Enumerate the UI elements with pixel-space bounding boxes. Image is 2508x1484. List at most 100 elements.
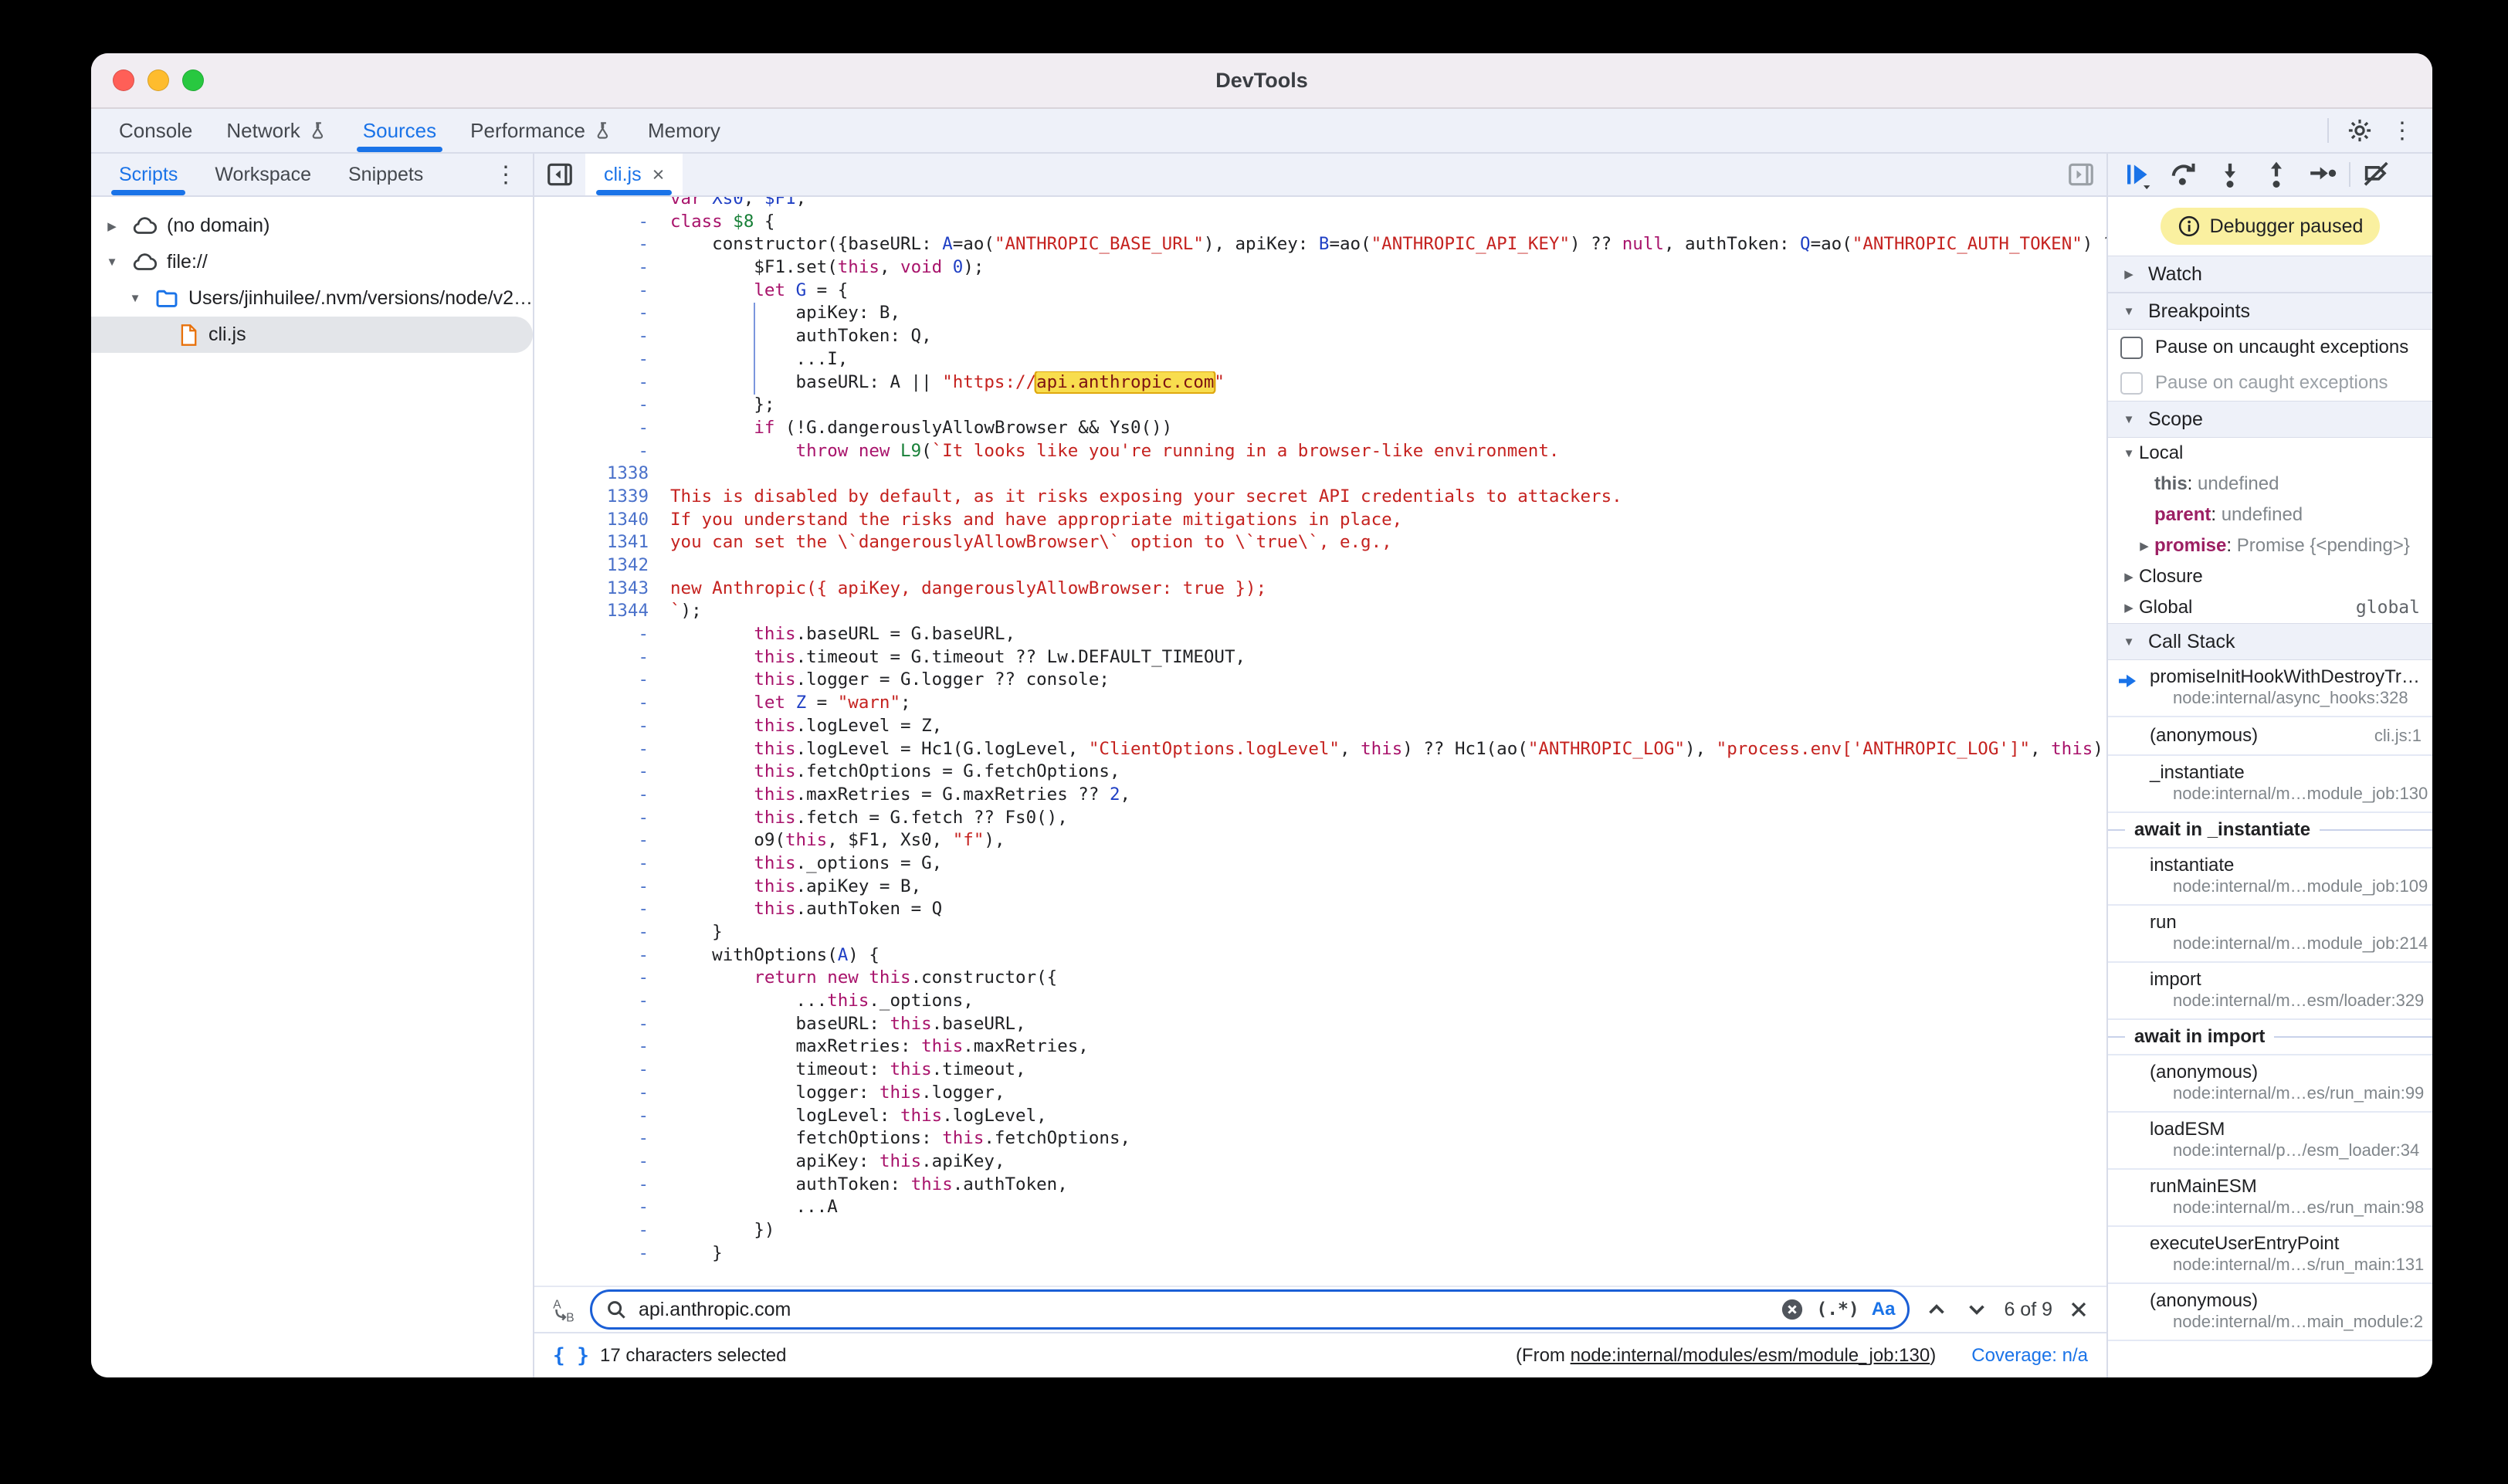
code-line-text[interactable]: apiKey: this.apiKey, [670,1150,2106,1174]
tab-memory[interactable]: Memory [631,109,737,152]
line-number[interactable]: - [534,1035,670,1059]
source-origin-link[interactable]: node:internal/modules/esm/module_job:130 [1571,1345,1930,1366]
code-line-text[interactable]: This is disabled by default, as it risks… [670,486,2106,509]
tab-snippets[interactable]: Snippets [330,154,442,195]
chevron-right-icon[interactable]: ▶ [2134,539,2154,553]
line-number[interactable]: - [534,371,670,395]
code-line-text[interactable]: if (!G.dangerouslyAllowBrowser && Ys0()) [670,417,2106,440]
code-line-text[interactable]: constructor({baseURL: A=ao("ANTHROPIC_BA… [670,233,2106,256]
code-line-text[interactable]: `); [670,600,2106,623]
line-number[interactable]: 1338 [534,462,670,486]
code-line-text[interactable]: ...I, [670,348,2106,371]
code-line-text[interactable]: return new this.constructor({ [670,967,2106,990]
code-line-text[interactable]: baseURL: A || "https://api.anthropic.com… [670,371,2106,395]
call-stack-frame-executeuserentrypoint[interactable]: executeUserEntryPointnode:internal/m…s/r… [2108,1227,2432,1284]
code-line-text[interactable]: } [670,1242,2106,1265]
code-line-text[interactable]: If you understand the risks and have app… [670,509,2106,532]
kebab-menu-icon[interactable]: ⋮ [488,154,524,195]
line-number[interactable]: - [534,211,670,234]
call-stack-frame-instantiate[interactable]: instantiatenode:internal/m…module_job:10… [2108,849,2432,906]
line-number[interactable]: - [534,1082,670,1105]
line-number[interactable]: - [534,394,670,417]
step-out-icon[interactable] [2256,158,2296,191]
line-number[interactable]: 1344 [534,600,670,623]
scope-group-local[interactable]: ▼Local [2108,438,2432,469]
line-number[interactable]: - [534,1196,670,1219]
code-line-text[interactable]: this.baseURL = G.baseURL, [670,623,2106,646]
line-number[interactable]: - [534,807,670,830]
step-into-icon[interactable] [2210,158,2250,191]
regex-toggle[interactable]: (.*) [1816,1299,1859,1320]
code-line-text[interactable]: authToken: Q, [670,325,2106,348]
line-number[interactable]: - [534,1174,670,1197]
code-line-text[interactable]: maxRetries: this.maxRetries, [670,1035,2106,1059]
chevron-down-icon[interactable]: ▼ [125,292,145,305]
code-line-text[interactable]: let G = { [670,280,2106,303]
search-input[interactable]: api.anthropic.com (.*) Aa [590,1289,1910,1330]
clear-search-icon[interactable] [1781,1298,1804,1321]
line-number[interactable]: - [534,325,670,348]
line-number[interactable]: - [534,302,670,325]
tab-scripts[interactable]: Scripts [100,154,196,195]
line-number[interactable]: - [534,1105,670,1128]
code-line-text[interactable]: let Z = "warn"; [670,692,2106,715]
code-line-text[interactable]: var Xs0, $F1, [670,197,2106,211]
line-number[interactable]: - [534,1150,670,1174]
breakpoint-pause-on-caught-exceptions[interactable]: Pause on caught exceptions [2108,365,2432,401]
tab-network[interactable]: Network [209,109,345,152]
call-stack-frame-runmainesm[interactable]: runMainESMnode:internal/m…es/run_main:98 [2108,1170,2432,1227]
code-line-text[interactable]: timeout: this.timeout, [670,1059,2106,1082]
code-line-text[interactable]: this.logger = G.logger ?? console; [670,669,2106,692]
call-stack-frame-instantiate[interactable]: _instantiatenode:internal/m…module_job:1… [2108,756,2432,813]
line-number[interactable]: 1341 [534,531,670,554]
line-number[interactable]: - [534,280,670,303]
chevron-down-icon[interactable]: ▼ [102,256,122,269]
line-number[interactable]: - [534,646,670,669]
section-scope[interactable]: ▼ Scope [2108,401,2432,438]
line-number[interactable]: - [534,784,670,807]
code-line-text[interactable]: this.logLevel = Z, [670,715,2106,738]
code-line-text[interactable]: you can set the \`dangerouslyAllowBrowse… [670,531,2106,554]
code-line-text[interactable]: logLevel: this.logLevel, [670,1105,2106,1128]
call-stack-frame-anonymous[interactable]: (anonymous)cli.js:1 [2108,717,2432,756]
code-line-text[interactable]: throw new L9(`It looks like you're runni… [670,440,2106,463]
line-number[interactable]: - [534,692,670,715]
tree-item-cli-js[interactable]: ▶cli.js [91,317,533,353]
line-number[interactable]: - [534,761,670,784]
code-line-text[interactable]: authToken: this.authToken, [670,1174,2106,1197]
line-number[interactable]: - [534,1059,670,1082]
resume-icon[interactable] [2117,158,2157,191]
line-number[interactable]: - [534,1013,670,1036]
scope-var-promise[interactable]: ▶promise: Promise {<pending>} [2108,530,2432,561]
line-number[interactable]: - [534,852,670,876]
call-stack-frame-anonymous[interactable]: (anonymous)node:internal/m…main_module:2 [2108,1284,2432,1341]
code-line-text[interactable]: } [670,921,2106,944]
editor-tab-clijs[interactable]: cli.js × [585,154,683,195]
tree-item-file[interactable]: ▼file:// [91,244,533,280]
close-window-button[interactable] [113,69,134,91]
line-number[interactable]: - [534,715,670,738]
code-line-text[interactable]: this.apiKey = B, [670,876,2106,899]
settings-gear-icon[interactable] [2346,117,2374,144]
code-line-text[interactable]: this.fetchOptions = G.fetchOptions, [670,761,2106,784]
close-tab-icon[interactable]: × [652,163,665,187]
checkbox[interactable] [2120,372,2143,395]
line-number[interactable]: - [534,669,670,692]
code-line-text[interactable]: this._options = G, [670,852,2106,876]
line-number[interactable]: 1343 [534,578,670,601]
code-line-text[interactable]: }; [670,394,2106,417]
minimize-window-button[interactable] [147,69,169,91]
line-number[interactable]: - [534,829,670,852]
close-search-icon[interactable] [2066,1297,2091,1322]
scope-group-global[interactable]: ▶Globalglobal [2108,592,2432,623]
code-line-text[interactable]: $F1.set(this, void 0); [670,256,2106,280]
pretty-print-icon[interactable]: { } [553,1344,589,1367]
line-number[interactable]: 1340 [534,509,670,532]
scope-var-this[interactable]: this: undefined [2108,469,2432,500]
line-number[interactable]: - [534,1219,670,1242]
call-stack-frame-loadesm[interactable]: loadESMnode:internal/p…/esm_loader:34 [2108,1113,2432,1170]
line-number[interactable]: - [534,1127,670,1150]
line-number[interactable]: - [534,898,670,921]
tree-item-no-domain[interactable]: ▶(no domain) [91,208,533,244]
step-icon[interactable] [2303,158,2343,191]
